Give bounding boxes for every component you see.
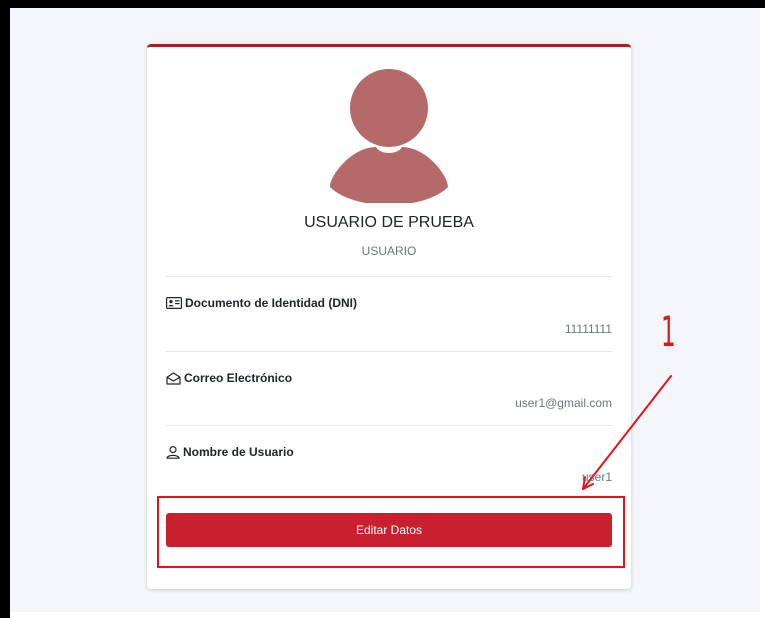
email-value: user1@gmail.com [515,396,612,410]
email-label: Correo Electrónico [166,371,292,385]
id-card-icon [166,297,182,309]
dni-label-text: Documento de Identidad (DNI) [185,296,357,310]
annotation-step-number: 1 [661,307,676,356]
user-full-name: USUARIO DE PRUEBA [304,214,474,231]
username-value: user1 [581,470,612,484]
dni-label: Documento de Identidad (DNI) [166,296,357,310]
user-role: USUARIO [361,244,417,258]
screenshot-frame-right [760,8,765,618]
envelope-open-icon [166,371,181,385]
screenshot-frame-top [0,0,765,8]
divider [166,425,612,426]
divider [166,276,612,277]
user-avatar-icon [330,69,448,203]
person-icon [166,445,180,459]
dni-value: 11111111 [564,322,612,336]
username-label: Nombre de Usuario [166,445,294,459]
annotation-highlight-box [157,496,625,568]
username-label-text: Nombre de Usuario [183,445,294,459]
screenshot-frame-left [0,0,10,618]
email-label-text: Correo Electrónico [184,371,293,385]
divider [166,351,612,352]
